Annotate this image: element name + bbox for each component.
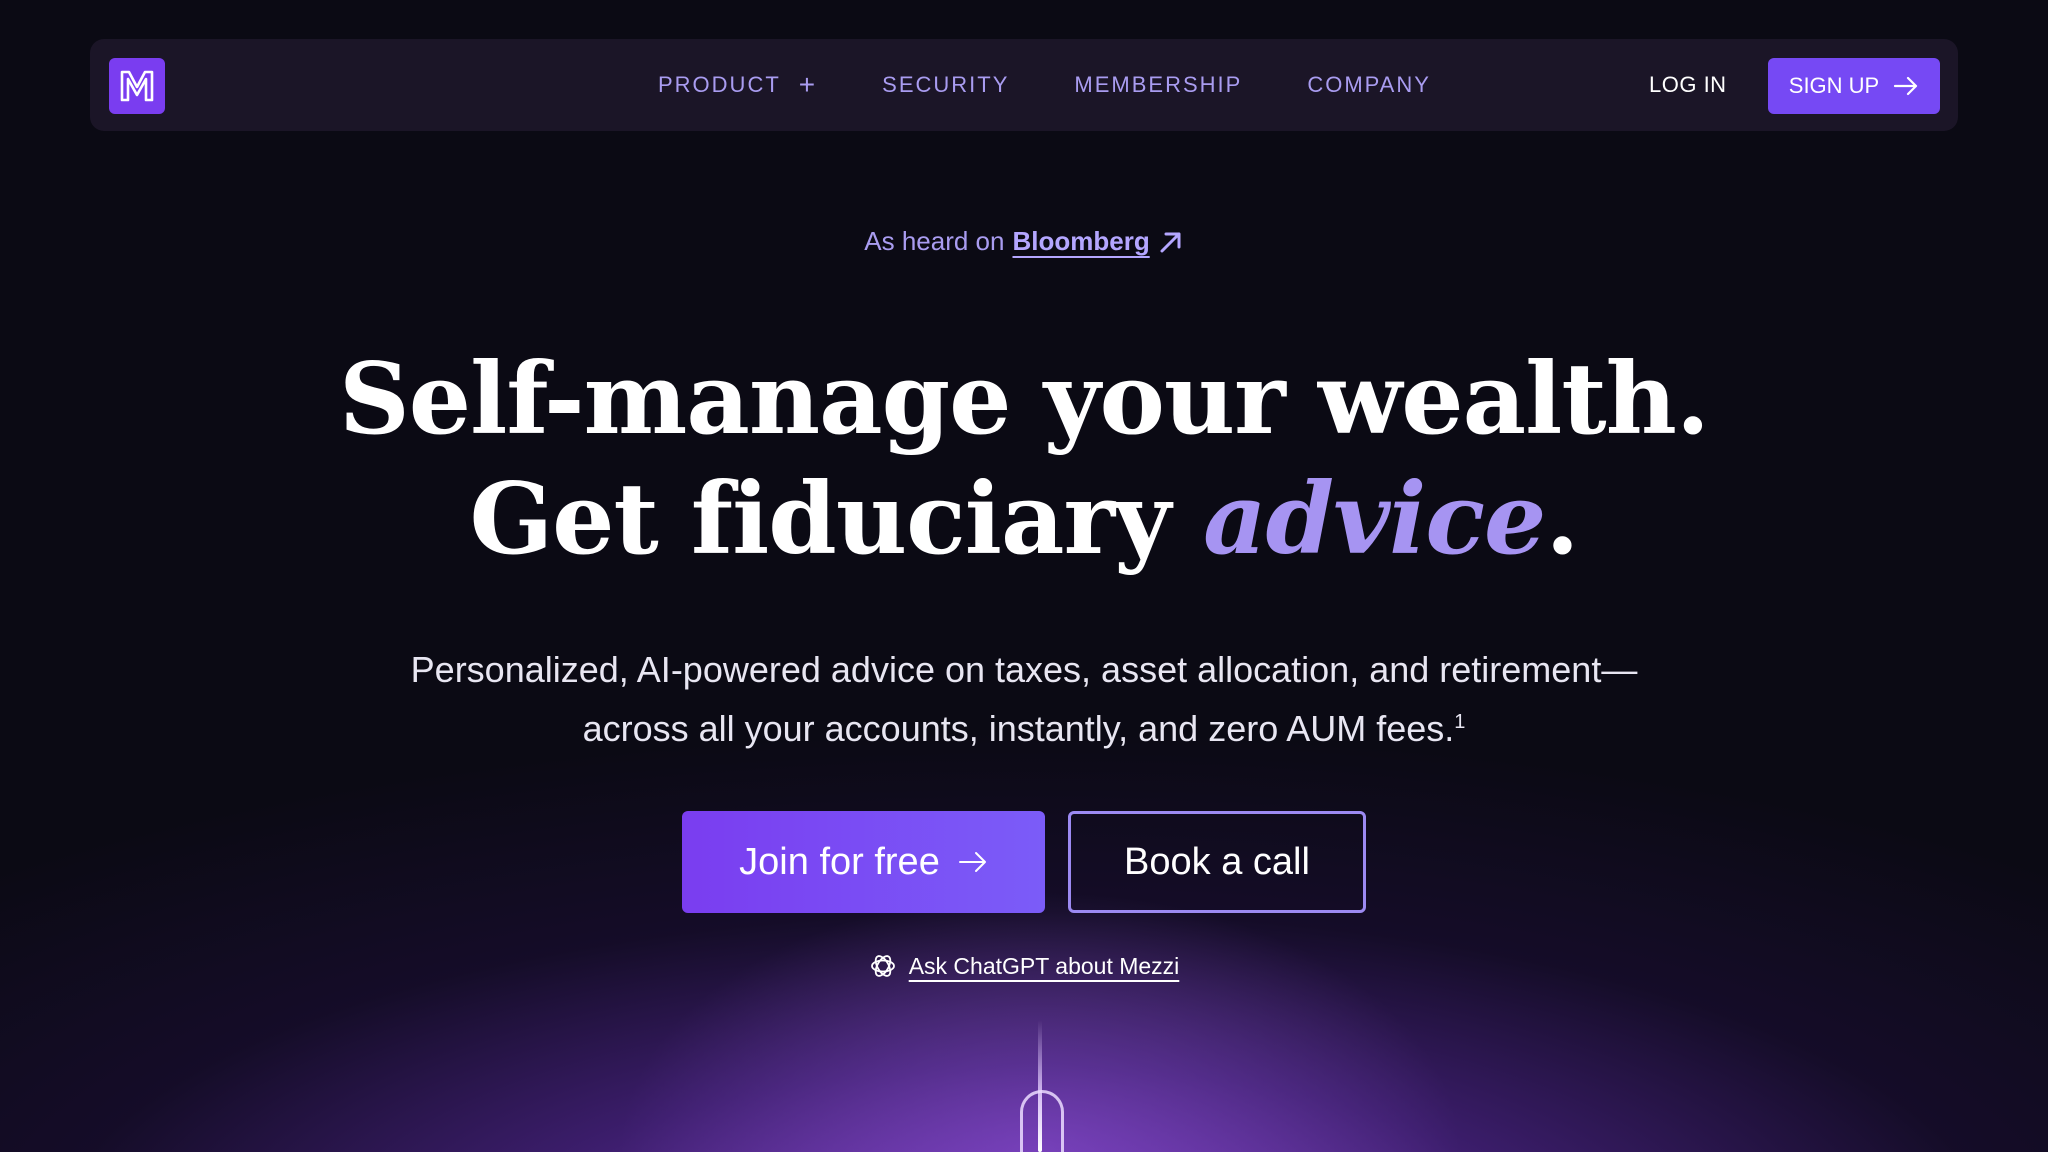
nav-company-label: COMPANY: [1307, 72, 1431, 97]
subtext-line-2-text: across all your accounts, instantly, and…: [582, 708, 1455, 749]
arrow-right-icon: [1894, 76, 1918, 96]
headline-line-1: Self-manage your wealth.: [338, 342, 1710, 457]
headline-accent: advice: [1203, 462, 1546, 577]
nav-membership-label: MEMBERSHIP: [1074, 72, 1243, 97]
join-for-free-button[interactable]: Join for free: [682, 811, 1045, 913]
chatgpt-icon: [870, 955, 895, 977]
nav-product-label: PRODUCT: [658, 72, 781, 97]
subtext-line-1: Personalized, AI-powered advice on taxes…: [410, 649, 1638, 690]
subtext-line-2: across all your accounts, instantly, and…: [0, 696, 2048, 755]
login-link[interactable]: LOG IN: [1649, 39, 1727, 131]
hero-headline: Self-manage your wealth. Get fiduciary a…: [0, 340, 2048, 580]
book-a-call-button[interactable]: Book a call: [1068, 811, 1366, 913]
bloomberg-link[interactable]: Bloomberg: [1012, 226, 1149, 257]
arrow-up-right-icon[interactable]: [1158, 229, 1184, 255]
nav-links: PRODUCT + SECURITY MEMBERSHIP COMPANY: [658, 39, 1431, 131]
nav-membership[interactable]: MEMBERSHIP: [1074, 72, 1242, 98]
hero-subtext: Personalized, AI-powered advice on taxes…: [0, 644, 2048, 755]
beam-figure-illustration: [1020, 1090, 1064, 1152]
heard-prefix: As heard on: [864, 226, 1005, 256]
top-navigation-bar: PRODUCT + SECURITY MEMBERSHIP COMPANY LO…: [90, 39, 1958, 131]
join-label: Join for free: [739, 840, 940, 883]
logo-m-icon: [120, 70, 154, 102]
footnote-marker[interactable]: 1: [1454, 711, 1465, 733]
ask-chatgpt-link[interactable]: Ask ChatGPT about Mezzi: [909, 953, 1180, 980]
arrow-right-icon: [958, 852, 986, 872]
headline-line-2: Get fiduciary advice.: [0, 460, 2048, 580]
signup-label: SIGN UP: [1788, 73, 1880, 98]
as-heard-on: As heard on Bloomberg: [0, 226, 2048, 257]
nav-product[interactable]: PRODUCT +: [658, 71, 817, 99]
mezzi-logo[interactable]: [109, 58, 165, 114]
hero-cta-group: Join for free Book a call: [0, 811, 2048, 913]
headline-line-2-end: .: [1545, 462, 1579, 577]
signup-button[interactable]: SIGN UP: [1768, 58, 1940, 114]
ask-chatgpt: Ask ChatGPT about Mezzi: [0, 952, 2048, 980]
plus-icon: +: [798, 69, 818, 100]
nav-security-label: SECURITY: [882, 72, 1010, 97]
headline-line-2-start: Get fiduciary: [469, 462, 1204, 577]
nav-security[interactable]: SECURITY: [882, 72, 1009, 98]
nav-company[interactable]: COMPANY: [1307, 72, 1431, 98]
